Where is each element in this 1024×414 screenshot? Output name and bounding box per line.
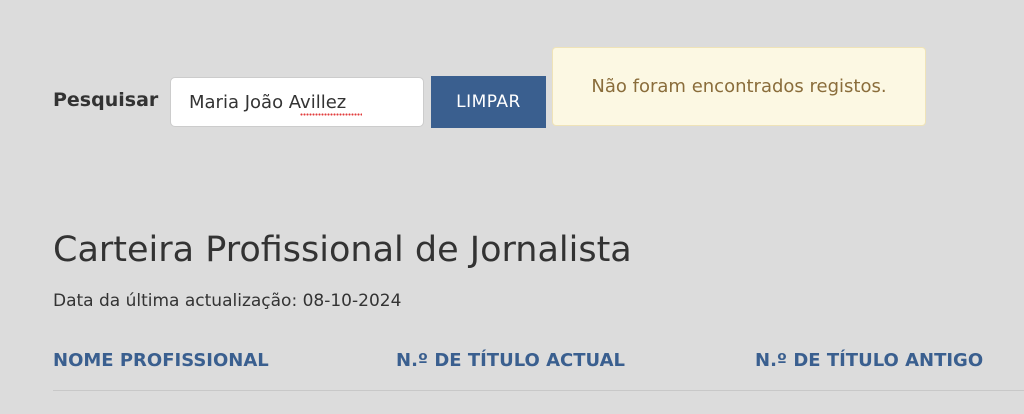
column-header-old-title-number[interactable]: N.º DE TÍTULO ANTIGO: [755, 350, 983, 371]
alert-message: Não foram encontrados registos.: [591, 76, 887, 97]
search-input[interactable]: [170, 77, 424, 127]
spellcheck-underline: [300, 113, 362, 117]
results-table-header: NOME PROFISSIONAL N.º DE TÍTULO ACTUAL N…: [53, 346, 1024, 391]
column-header-current-title-number[interactable]: N.º DE TÍTULO ACTUAL: [396, 350, 625, 371]
last-update-info: Data da última actualização: 08-10-2024: [53, 291, 401, 311]
search-label: Pesquisar: [53, 89, 159, 111]
no-results-alert: Não foram encontrados registos.: [552, 47, 926, 126]
column-header-professional-name[interactable]: NOME PROFISSIONAL: [53, 350, 269, 371]
clear-button[interactable]: LIMPAR: [431, 76, 546, 128]
last-update-label: Data da última actualização:: [53, 291, 298, 311]
page-title: Carteira Profissional de Jornalista: [53, 230, 632, 270]
last-update-date: 08-10-2024: [302, 291, 402, 311]
